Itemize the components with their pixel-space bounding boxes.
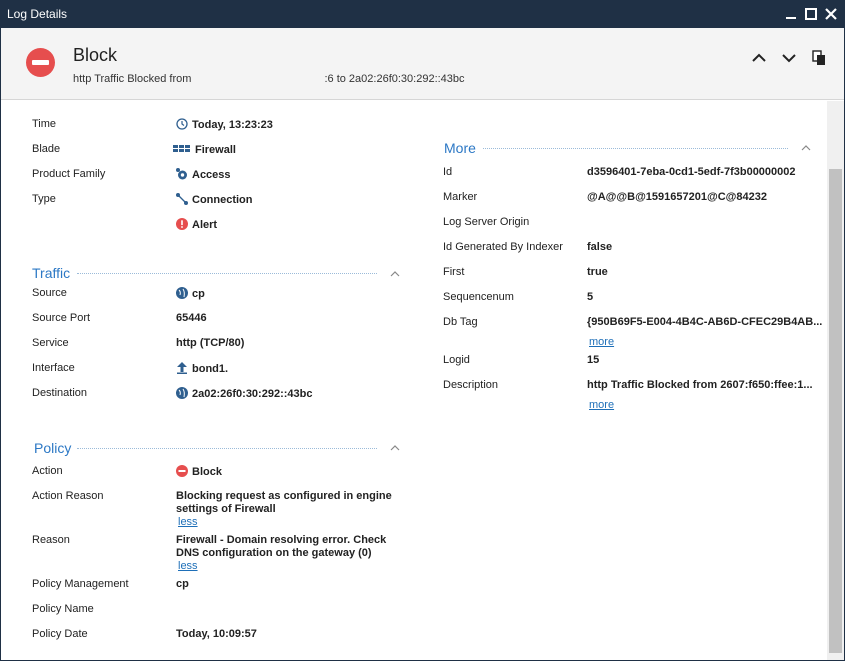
access-icon xyxy=(176,168,187,180)
time-value: Today, 13:23:23 xyxy=(176,118,273,131)
time-label: Time xyxy=(32,118,57,130)
reason-less-link[interactable]: less xyxy=(178,560,198,572)
window-title: Log Details xyxy=(7,7,68,21)
type-alert-value: Alert xyxy=(176,218,217,231)
description-value: http Traffic Blocked from 2607:f650:ffee… xyxy=(587,379,813,391)
traffic-section-title: Traffic xyxy=(32,265,71,281)
log-subtitle: http Traffic Blocked from :6 to 2a02:26f… xyxy=(73,73,465,85)
first-label: First xyxy=(443,266,465,278)
product-family-label: Product Family xyxy=(32,168,106,180)
interface-label: Interface xyxy=(32,362,75,374)
globe-icon xyxy=(176,387,188,399)
globe-icon xyxy=(176,287,188,299)
upload-arrow-icon xyxy=(177,362,187,374)
blade-label: Blade xyxy=(32,143,61,155)
source-port-value: 65446 xyxy=(176,312,207,324)
service-label: Service xyxy=(32,337,69,349)
type-value: Connection xyxy=(176,193,253,206)
id-label: Id xyxy=(443,166,453,178)
sequencenum-value: 5 xyxy=(587,291,594,303)
source-label: Source xyxy=(32,287,67,299)
log-server-origin-label: Log Server Origin xyxy=(443,216,530,228)
policy-date-value: Today, 10:09:57 xyxy=(176,628,257,640)
log-details-content: Time Today, 13:23:23 Blade Firewall Prod… xyxy=(1,101,827,660)
collapse-traffic-icon[interactable] xyxy=(390,269,400,279)
action-value: Block xyxy=(176,465,222,478)
destination-value[interactable]: 2a02:26f0:30:292::43bc xyxy=(176,387,312,400)
type-label: Type xyxy=(32,193,56,205)
maximize-icon[interactable] xyxy=(803,6,819,22)
minimize-icon[interactable] xyxy=(783,6,799,22)
close-icon[interactable] xyxy=(823,6,839,22)
id-value: d3596401-7eba-0cd1-5edf-7f3b00000002 xyxy=(587,166,796,178)
reason-label: Reason xyxy=(32,534,70,546)
service-value: http (TCP/80) xyxy=(176,337,245,349)
policy-name-label: Policy Name xyxy=(32,603,94,615)
traffic-section-divider xyxy=(77,273,377,274)
action-reason-less-link[interactable]: less xyxy=(178,516,198,528)
product-family-value: Access xyxy=(176,168,231,181)
logid-value: 15 xyxy=(587,354,600,366)
destination-label: Destination xyxy=(32,387,88,399)
first-value: true xyxy=(587,266,608,278)
redacted-address xyxy=(194,74,324,84)
indexer-label: Id Generated By Indexer xyxy=(443,241,563,253)
source-value[interactable]: cp xyxy=(176,287,205,300)
interface-value: bond1. xyxy=(176,362,228,375)
policy-section-title: Policy xyxy=(34,440,72,456)
clock-icon xyxy=(176,118,188,130)
connection-icon xyxy=(176,193,188,205)
collapse-policy-icon[interactable] xyxy=(390,443,400,453)
indexer-value: false xyxy=(587,241,613,253)
description-label: Description xyxy=(443,379,499,391)
source-port-label: Source Port xyxy=(32,312,91,324)
action-reason-value: Blocking request as configured in engine… xyxy=(176,490,392,515)
db-tag-value: {950B69F5-E004-4B4C-AB6D-CFEC29B4AB... xyxy=(587,316,823,328)
more-section-divider xyxy=(483,148,788,149)
description-more-link[interactable]: more xyxy=(589,399,614,411)
policy-management-label: Policy Management xyxy=(32,578,129,590)
logid-label: Logid xyxy=(443,354,470,366)
log-header: Block http Traffic Blocked from :6 to 2a… xyxy=(1,28,844,100)
db-tag-label: Db Tag xyxy=(443,316,478,328)
marker-label: Marker xyxy=(443,191,478,203)
reason-value: Firewall - Domain resolving error. Check… xyxy=(176,534,387,559)
scrollbar-top-area[interactable] xyxy=(827,101,844,169)
policy-management-value: cp xyxy=(176,578,189,590)
sequencenum-label: Sequencenum xyxy=(443,291,514,303)
firewall-icon xyxy=(173,145,190,152)
block-icon xyxy=(26,48,55,77)
block-icon xyxy=(176,465,188,477)
alert-icon xyxy=(176,218,188,230)
window-titlebar: Log Details xyxy=(0,0,845,28)
log-title: Block xyxy=(73,45,118,65)
db-tag-more-link[interactable]: more xyxy=(589,336,614,348)
action-label: Action xyxy=(32,465,63,477)
previous-log-icon[interactable] xyxy=(751,50,767,66)
vertical-scrollbar[interactable] xyxy=(827,101,844,660)
blade-value: Firewall xyxy=(173,143,236,156)
marker-value: @A@@B@1591657201@C@84232 xyxy=(587,191,767,203)
collapse-more-icon[interactable] xyxy=(801,143,811,153)
policy-date-label: Policy Date xyxy=(32,628,88,640)
copy-icon[interactable] xyxy=(811,50,827,66)
action-reason-label: Action Reason xyxy=(32,490,104,502)
next-log-icon[interactable] xyxy=(781,50,797,66)
policy-section-divider xyxy=(77,448,377,449)
scrollbar-thumb[interactable] xyxy=(829,169,842,653)
more-section-title: More xyxy=(444,140,476,156)
